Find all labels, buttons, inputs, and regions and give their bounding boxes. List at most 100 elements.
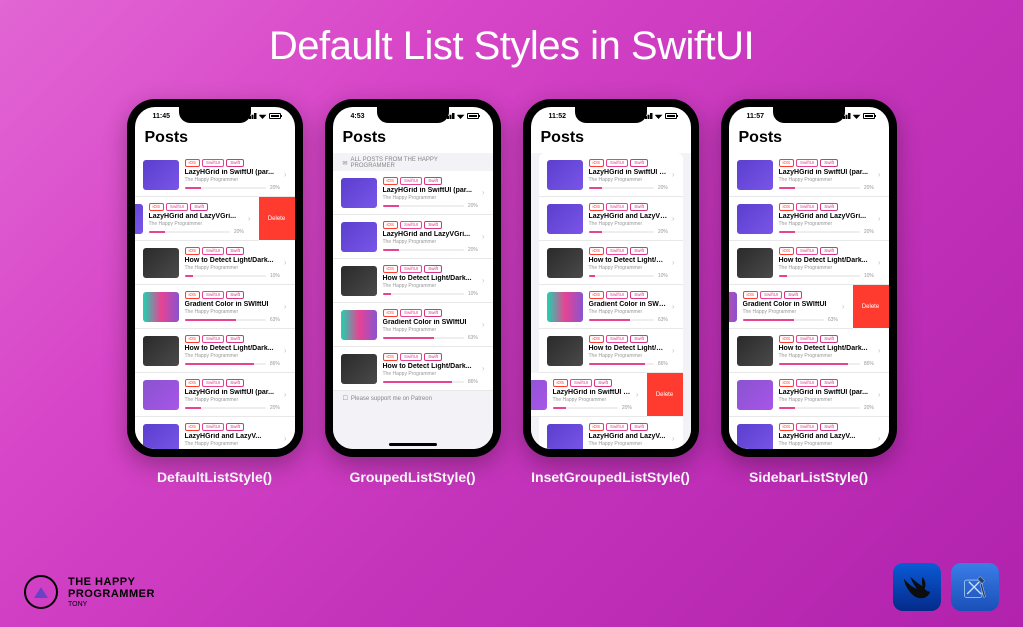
- phone-frame: 11:45 Posts iOSSwiftUISwift LazyHGrid in…: [127, 99, 303, 457]
- footer-logo: THE HAPPY PROGRAMMER TONY: [24, 575, 155, 609]
- tag-row: iOSSwiftUISwift: [383, 221, 478, 229]
- post-author: The Happy Programmer: [589, 353, 668, 359]
- tag: iOS: [779, 379, 795, 387]
- progress-pct: 10%: [864, 273, 874, 279]
- chevron-right-icon: ›: [842, 302, 845, 311]
- list-item[interactable]: iOSSwiftUISwift Gradient Color in SWIftU…: [729, 285, 853, 329]
- list-item[interactable]: iOSSwiftUISwift How to Detect Light/Dark…: [539, 329, 683, 373]
- post-author: The Happy Programmer: [185, 309, 280, 315]
- progress-row: 63%: [589, 317, 668, 323]
- chevron-right-icon: ›: [672, 302, 675, 311]
- chevron-right-icon: ›: [482, 232, 485, 241]
- phone-screen: 11:45 Posts iOSSwiftUISwift LazyHGrid in…: [135, 107, 295, 449]
- tag: iOS: [383, 177, 399, 185]
- list-area[interactable]: iOSSwiftUISwift LazyHGrid in SwiftUI (pa…: [135, 153, 295, 449]
- list-item[interactable]: iOSSwiftUISwift How to Detect Light/Dark…: [333, 259, 493, 303]
- status-time: 4:53: [351, 113, 365, 120]
- list-item[interactable]: iOSSwiftUISwift LazyHGrid and LazyVGri..…: [539, 197, 683, 241]
- chevron-right-icon: ›: [482, 188, 485, 197]
- post-thumbnail: [143, 424, 179, 450]
- post-thumbnail: [341, 266, 377, 296]
- list-item[interactable]: iOSSwiftUISwift How to Detect Light/Dark…: [729, 329, 889, 373]
- list-item[interactable]: iOSSwiftUISwift LazyHGrid and LazyVGri..…: [135, 197, 259, 241]
- tag: Swift: [784, 291, 802, 299]
- list-item[interactable]: iOSSwiftUISwift How to Detect Light/Dark…: [539, 241, 683, 285]
- tag: Swift: [820, 247, 838, 255]
- tag: Swift: [190, 203, 208, 211]
- list-item[interactable]: iOSSwiftUISwift LazyHGrid and LazyV... T…: [135, 417, 295, 449]
- delete-button[interactable]: Delete: [647, 373, 683, 416]
- list-item[interactable]: iOSSwiftUISwift How to Detect Light/Dark…: [333, 347, 493, 391]
- post-thumbnail: [341, 354, 377, 384]
- status-icons: [247, 113, 281, 119]
- tag-row: iOSSwiftUISwift: [383, 353, 478, 361]
- list-item[interactable]: iOSSwiftUISwift How to Detect Light/Dark…: [729, 241, 889, 285]
- chevron-right-icon: ›: [672, 214, 675, 223]
- tag: SwiftUI: [606, 203, 628, 211]
- row-content: iOSSwiftUISwift LazyHGrid and LazyVGri..…: [779, 203, 874, 235]
- list-item[interactable]: iOSSwiftUISwift LazyHGrid and LazyVGri..…: [729, 197, 889, 241]
- tag: SwiftUI: [202, 423, 224, 431]
- list-item[interactable]: iOSSwiftUISwift LazyHGrid and LazyVGri..…: [333, 215, 493, 259]
- chevron-right-icon: ›: [878, 390, 881, 399]
- progress-row: 20%: [779, 405, 874, 411]
- tag: SwiftUI: [796, 335, 818, 343]
- progress-pct: 10%: [658, 273, 668, 279]
- list-item[interactable]: iOSSwiftUISwift Gradient Color in SWIftU…: [333, 303, 493, 347]
- progress-bar: [589, 187, 654, 189]
- progress-pct: 20%: [864, 449, 874, 450]
- post-title: LazyHGrid in SwiftUI (par...: [779, 169, 874, 176]
- post-author: The Happy Programmer: [589, 309, 668, 315]
- post-title: How to Detect Light/Dark...: [589, 345, 668, 352]
- chevron-right-icon: ›: [672, 434, 675, 443]
- list-item[interactable]: iOSSwiftUISwift LazyHGrid in SwiftUI (pa…: [135, 373, 295, 417]
- phone-frame: 11:52 Posts iOSSwiftUISwift LazyHGrid in…: [523, 99, 699, 457]
- tag: Swift: [424, 265, 442, 273]
- tag-row: iOSSwiftUISwift: [589, 335, 668, 343]
- logo-line3: TONY: [68, 601, 155, 608]
- list-item[interactable]: iOSSwiftUISwift Gradient Color in SWIftU…: [135, 285, 295, 329]
- phone-column: 11:52 Posts iOSSwiftUISwift LazyHGrid in…: [523, 99, 699, 485]
- row-content: iOSSwiftUISwift How to Detect Light/Dark…: [589, 247, 668, 279]
- list-item[interactable]: iOSSwiftUISwift LazyHGrid in SwiftUI (pa…: [729, 153, 889, 197]
- list-item[interactable]: iOSSwiftUISwift LazyHGrid and LazyV... T…: [729, 417, 889, 449]
- post-author: The Happy Programmer: [779, 353, 874, 359]
- wifi-icon: [259, 113, 267, 119]
- list-area[interactable]: iOSSwiftUISwift LazyHGrid in SwiftUI (pa…: [531, 153, 691, 449]
- tag: iOS: [743, 291, 759, 299]
- list-item[interactable]: iOSSwiftUISwift How to Detect Light/Dark…: [135, 241, 295, 285]
- list-item[interactable]: iOSSwiftUISwift LazyHGrid in SwiftUI (pa…: [539, 153, 683, 197]
- status-icons: [445, 113, 479, 119]
- list-area[interactable]: ✉ ALL POSTS FROM THE HAPPY PROGRAMMER iO…: [333, 153, 493, 449]
- tag: SwiftUI: [796, 203, 818, 211]
- tag: iOS: [779, 247, 795, 255]
- post-author: The Happy Programmer: [185, 265, 280, 271]
- tag-row: iOSSwiftUISwift: [149, 203, 244, 211]
- list-item[interactable]: iOSSwiftUISwift Gradient Color in SWIftU…: [539, 285, 683, 329]
- delete-button[interactable]: Delete: [259, 197, 295, 240]
- battery-icon: [665, 113, 677, 119]
- list-item[interactable]: iOSSwiftUISwift LazyHGrid and LazyV... T…: [539, 417, 683, 449]
- delete-button[interactable]: Delete: [853, 285, 889, 328]
- post-thumbnail: [737, 160, 773, 190]
- post-thumbnail: [143, 292, 179, 322]
- status-time: 11:52: [549, 113, 567, 120]
- list-item[interactable]: iOSSwiftUISwift LazyHGrid in SwiftUI (pa…: [333, 171, 493, 215]
- post-title: Gradient Color in SWIftUI: [589, 301, 668, 308]
- list-item[interactable]: iOSSwiftUISwift How to Detect Light/Dark…: [135, 329, 295, 373]
- post-author: The Happy Programmer: [185, 441, 280, 447]
- list-area[interactable]: iOS SwiftUI Swift LazyHGrid in SwiftUI (pa…: [729, 153, 889, 449]
- chevron-right-icon: ›: [672, 346, 675, 355]
- list-item[interactable]: iOSSwiftUISwift LazyHGrid in SwiftUI (pa…: [729, 373, 889, 417]
- progress-pct: 63%: [468, 335, 478, 341]
- list-item[interactable]: iOSSwiftUISwift LazyHGrid in SwiftUI (pa…: [135, 153, 295, 197]
- progress-row: 63%: [185, 317, 280, 323]
- row-content: iOSSwiftUISwift LazyHGrid and LazyV... T…: [589, 423, 668, 450]
- progress-bar: [383, 293, 464, 295]
- row-content: iOSSwiftUISwift How to Detect Light/Dark…: [185, 247, 280, 279]
- post-title: How to Detect Light/Dark...: [589, 257, 668, 264]
- progress-row: 10%: [589, 273, 668, 279]
- list-item[interactable]: iOSSwiftUISwift LazyHGrid in SwiftUI (pa…: [531, 373, 647, 417]
- post-author: The Happy Programmer: [185, 353, 280, 359]
- row-content: iOSSwiftUISwift LazyHGrid and LazyVGri..…: [383, 221, 478, 253]
